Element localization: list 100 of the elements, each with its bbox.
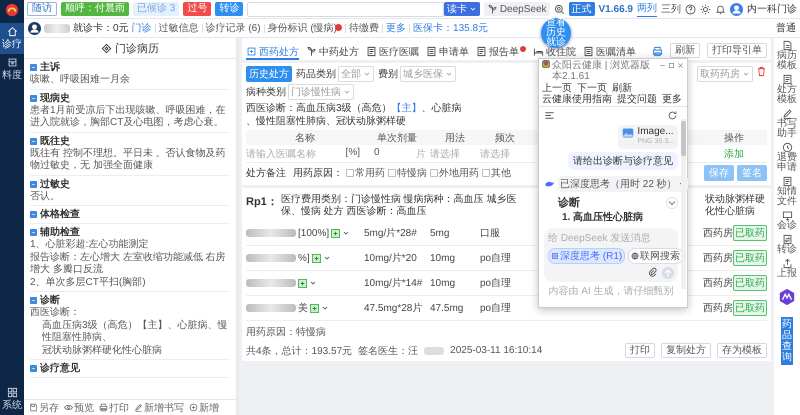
visit-type-selector[interactable]: 门诊 xyxy=(132,21,152,35)
close-icon[interactable] xyxy=(677,62,684,69)
tool-label[interactable]: 处方模板 xyxy=(777,85,797,105)
browser-menu-item[interactable]: 更多 xyxy=(662,94,682,105)
tool-label[interactable]: 书写助手 xyxy=(777,119,797,139)
document-icon[interactable] xyxy=(782,74,792,85)
document-icon[interactable] xyxy=(782,176,792,187)
save-icon[interactable] xyxy=(29,403,38,412)
browser-menu-item[interactable]: 提交问题 xyxy=(617,94,657,105)
search-icon[interactable] xyxy=(554,4,565,14)
read-card-button[interactable]: 读卡 xyxy=(444,2,480,16)
monitor-icon[interactable] xyxy=(782,210,792,221)
chat-option-chip[interactable]: 深度思考 (R1) xyxy=(548,248,626,264)
tool-label[interactable]: 知情文件 xyxy=(777,187,797,207)
prescription-tab[interactable]: 西药处方 xyxy=(246,45,299,60)
quantity-input[interactable]: 0 xyxy=(364,146,380,160)
checkbox-icon[interactable] xyxy=(430,168,438,176)
prescription-tab[interactable]: 报告单 xyxy=(476,45,526,60)
prescription-tab[interactable]: 医疗医嘱 xyxy=(366,45,419,60)
layout-tab[interactable]: 两列 xyxy=(637,1,657,17)
rp-button[interactable]: 复制处方 xyxy=(661,343,711,358)
maximize-icon[interactable] xyxy=(668,62,675,69)
toolbar-button[interactable]: 过号 xyxy=(183,2,212,16)
trash-icon[interactable] xyxy=(756,66,767,77)
nav-item[interactable]: 诊疗 xyxy=(0,23,24,54)
layout-tab[interactable]: 三列 xyxy=(661,2,681,16)
collapse-icon[interactable] xyxy=(30,94,37,102)
clock-icon[interactable] xyxy=(782,142,792,153)
insurance-tag-icon xyxy=(312,254,321,262)
caret-icon[interactable] xyxy=(322,254,331,262)
collapse-icon[interactable] xyxy=(30,180,37,188)
printer-icon[interactable] xyxy=(99,403,108,412)
caret-icon[interactable] xyxy=(309,279,317,287)
diagnosis-text: 冠状动脉粥样硬化性心脏病 xyxy=(41,344,163,357)
thinking-toggle[interactable]: 已深度思考（用时 22 秒） xyxy=(558,176,688,192)
record-action[interactable]: 另存 xyxy=(39,400,59,414)
browser-menu-item[interactable]: 下一页 xyxy=(577,83,607,94)
record-action[interactable]: 预览 xyxy=(74,400,94,414)
deepseek-button[interactable]: DeepSeek xyxy=(484,2,550,16)
tab-action-button[interactable]: 打印导引单 xyxy=(707,43,767,58)
more-link[interactable]: 更多 xyxy=(386,21,406,35)
prescription-tab[interactable]: 中药处方 xyxy=(306,45,359,60)
search-field[interactable] xyxy=(247,2,444,16)
checkbox-icon[interactable] xyxy=(346,168,354,176)
record-action[interactable]: 新增 xyxy=(199,400,219,414)
prescription-tab[interactable]: 医嘱清单 xyxy=(583,45,636,60)
caret-icon[interactable] xyxy=(342,229,350,237)
browser-menu-item[interactable]: 云健康使用指南 xyxy=(542,94,612,105)
app-logo-icon[interactable] xyxy=(778,288,796,306)
browser-menu-item[interactable]: 上一页 xyxy=(542,83,572,94)
tool-label[interactable]: 病历模板 xyxy=(777,51,797,71)
side-tab[interactable]: 药品查询 xyxy=(781,317,793,365)
attach-icon[interactable] xyxy=(647,267,658,278)
tool-label[interactable]: 会诊 xyxy=(777,221,797,231)
transfer-icon[interactable] xyxy=(782,234,792,245)
tab-action-button[interactable]: 刷新 xyxy=(670,43,700,58)
rp-button[interactable]: 打印 xyxy=(625,343,655,358)
drug-pharmacy: 西药房 xyxy=(703,276,733,290)
plus-icon[interactable] xyxy=(189,403,198,412)
record-action[interactable]: 打印 xyxy=(109,400,129,414)
reason-checkbox[interactable]: 特慢病 xyxy=(388,166,427,180)
tool-label[interactable]: 上报 xyxy=(777,269,797,279)
settings-icon[interactable] xyxy=(700,4,711,14)
reason-checkbox[interactable]: 其他 xyxy=(482,166,511,180)
prescription-tab[interactable]: 收住院 xyxy=(533,45,576,60)
upload-icon[interactable] xyxy=(782,258,792,269)
checkbox-icon[interactable] xyxy=(388,168,396,176)
printer-icon[interactable] xyxy=(652,46,663,57)
scrollbar[interactable] xyxy=(681,119,686,289)
menu-icon[interactable] xyxy=(544,110,555,121)
collapse-icon[interactable] xyxy=(30,138,37,144)
nav-item[interactable]: 系统 xyxy=(0,384,24,415)
browser-menu-item[interactable]: 刷新 xyxy=(612,83,632,94)
bell-icon[interactable] xyxy=(715,4,726,14)
pen-icon[interactable] xyxy=(134,403,143,412)
message-input[interactable]: 给 DeepSeek 发送消息 深度思考 (R1) 联网搜索 xyxy=(544,228,678,282)
tool-label[interactable]: 退费申请 xyxy=(777,153,797,173)
tool-label[interactable]: 转诊 xyxy=(777,245,797,255)
chat-option-chip[interactable]: 联网搜索 xyxy=(628,248,684,264)
avatar-icon[interactable] xyxy=(730,2,743,16)
record-action[interactable]: 新增书写 xyxy=(144,400,184,414)
patient-link[interactable]: 过敏信息 xyxy=(158,21,199,35)
rp-button[interactable]: 存为模板 xyxy=(717,343,767,358)
new-chat-icon[interactable] xyxy=(667,110,678,121)
nav-item[interactable]: 料度 xyxy=(0,54,24,85)
patient-link[interactable]: 待缴费 xyxy=(349,21,380,35)
reason-checkbox[interactable]: 常用药 xyxy=(346,166,385,180)
unit-select[interactable]: [%] xyxy=(346,146,360,160)
reason-checkbox[interactable]: 外地用药 xyxy=(430,166,479,180)
patient-link[interactable]: 诊疗记录 (6) xyxy=(206,21,261,35)
caret-icon[interactable] xyxy=(321,304,329,312)
note-icon[interactable] xyxy=(782,40,792,51)
department-selector[interactable]: 内一科门诊 xyxy=(747,2,797,16)
toolbar-button[interactable]: 随访 xyxy=(27,2,57,16)
help-icon[interactable] xyxy=(685,4,696,14)
pen-icon[interactable] xyxy=(782,108,792,119)
scroll-down-icon[interactable] xyxy=(666,196,678,208)
checkbox-icon[interactable] xyxy=(482,168,490,176)
eye-icon[interactable] xyxy=(64,403,73,412)
prescription-tab[interactable]: 申请单 xyxy=(426,45,469,60)
